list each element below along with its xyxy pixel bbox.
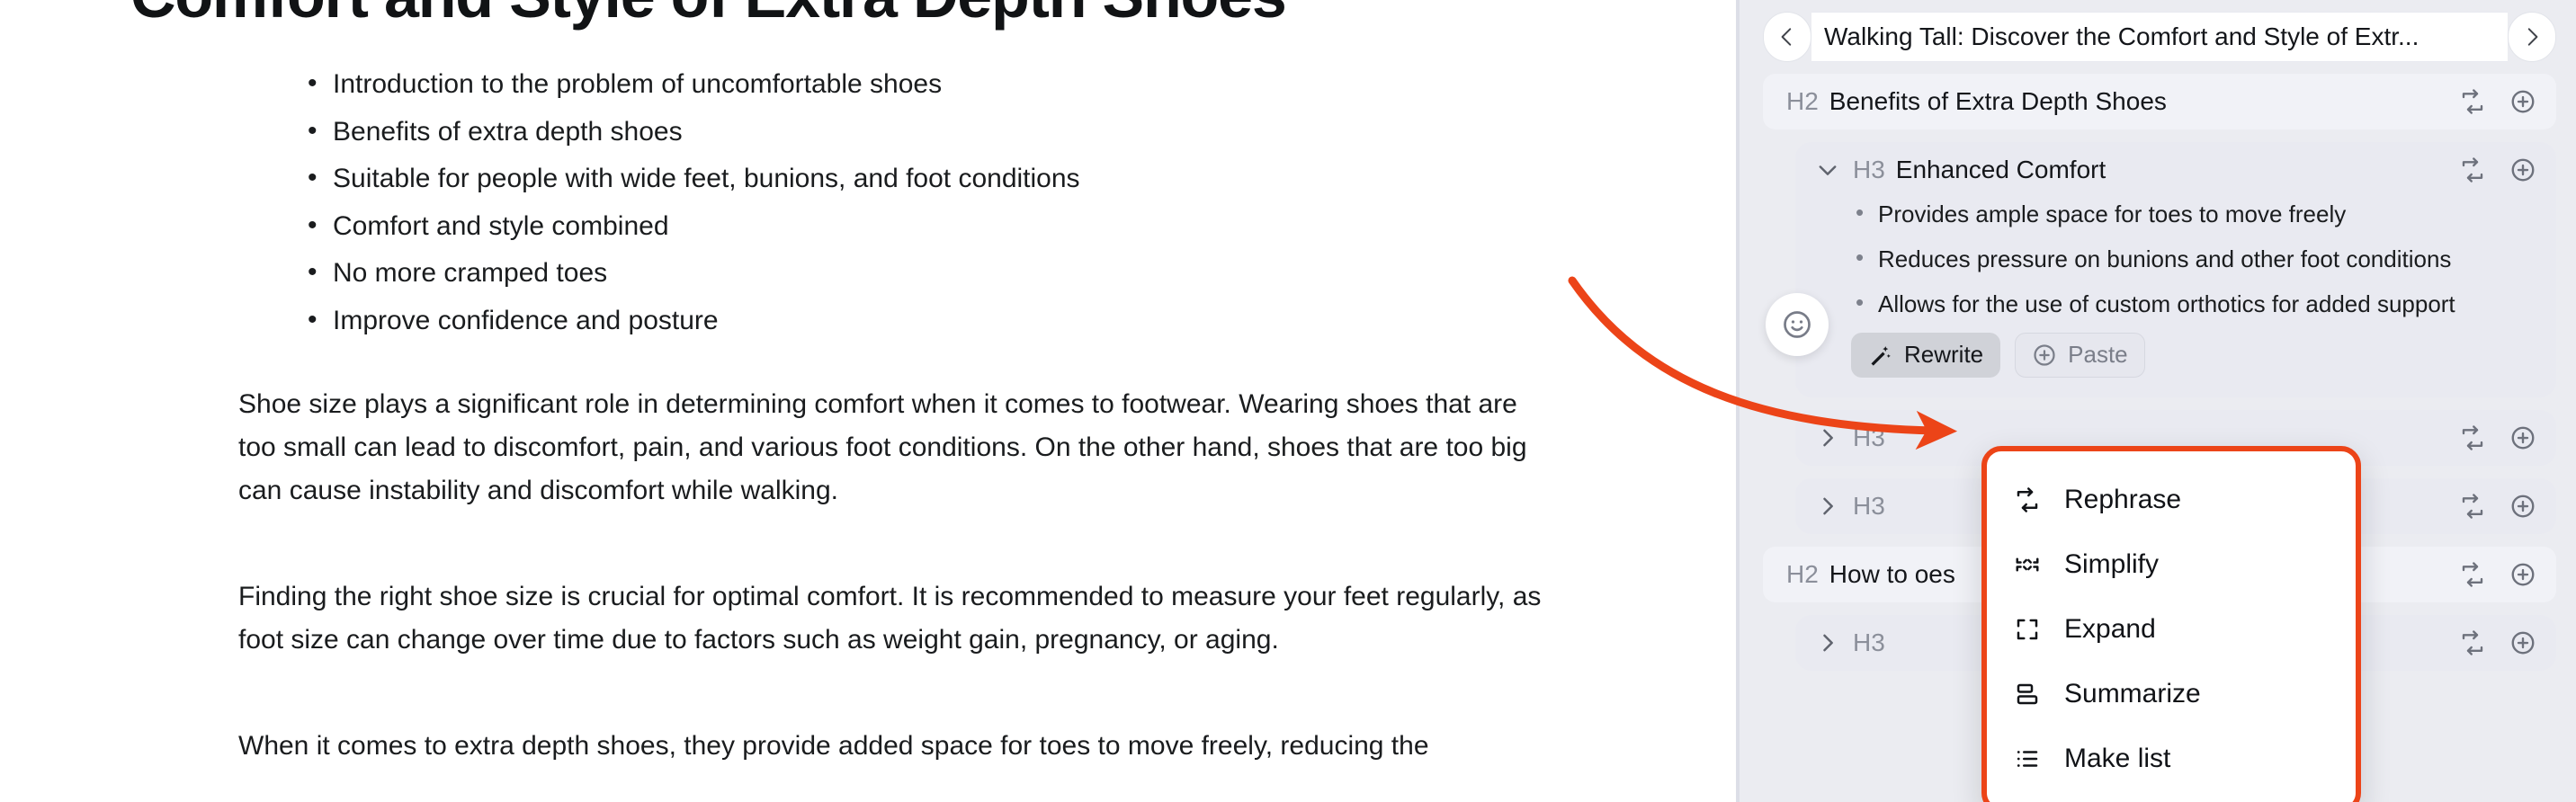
add-icon[interactable] xyxy=(2509,424,2536,451)
app-root: Comfort and Style of Extra Depth Shoes I… xyxy=(0,0,2576,802)
add-icon[interactable] xyxy=(2509,88,2536,115)
menu-item-simplify[interactable]: Simplify xyxy=(1987,532,2356,597)
list-item: Benefits of extra depth shoes xyxy=(306,111,1466,153)
heading-tag: H2 xyxy=(1786,559,1819,588)
list-item: No more cramped toes xyxy=(306,252,1466,294)
rewrite-dropdown-menu: Rephrase Simplify Expand Summarize Make … xyxy=(1981,446,2361,802)
outline-card-h3-enhanced-comfort: H3 Enhanced Comfort Provides ample space… xyxy=(1795,142,2556,397)
heading-tag: H3 xyxy=(1853,628,1885,656)
add-icon[interactable] xyxy=(2509,561,2536,588)
document-paragraph: Shoe size plays a significant role in de… xyxy=(238,388,1527,505)
next-article-button[interactable] xyxy=(2508,12,2556,62)
expand-icon xyxy=(2017,619,2038,640)
paste-button[interactable]: Paste xyxy=(2015,332,2145,378)
heading-tag: H2 xyxy=(1786,87,1819,115)
chevron-down-icon[interactable] xyxy=(1815,157,1840,183)
rephrase-icon[interactable] xyxy=(2459,561,2486,588)
menu-item-make-list[interactable]: Make list xyxy=(1987,726,2356,791)
document-title: Comfort and Style of Extra Depth Shoes xyxy=(130,0,1480,31)
list-item: Comfort and style combined xyxy=(306,205,1466,247)
document-paragraph: When it comes to extra depth shoes, they… xyxy=(238,730,1429,761)
chevron-right-icon[interactable] xyxy=(1815,494,1840,519)
rephrase-icon[interactable] xyxy=(2459,88,2486,115)
menu-item-expand[interactable]: Expand xyxy=(1987,597,2356,662)
chevron-left-icon xyxy=(1781,28,1792,46)
heading-tag: H3 xyxy=(1853,491,1885,520)
outline-nav-bar: Walking Tall: Discover the Comfort and S… xyxy=(1763,9,2556,65)
list-item: Allows for the use of custom orthotics f… xyxy=(1853,286,2527,321)
menu-item-label: Rephrase xyxy=(2064,485,2182,514)
add-icon[interactable] xyxy=(2509,629,2536,656)
simplify-icon xyxy=(2016,557,2039,572)
add-icon[interactable] xyxy=(2509,156,2536,183)
menu-item-rephrase[interactable]: Rephrase xyxy=(1987,468,2356,532)
heading-text: Benefits of Extra Depth Shoes xyxy=(1829,87,2167,115)
emoji-reaction-button[interactable] xyxy=(1766,293,1829,356)
menu-item-label: Simplify xyxy=(2064,549,2160,579)
menu-item-label: Make list xyxy=(2064,744,2171,773)
list-item: Reduces pressure on bunions and other fo… xyxy=(1853,241,2527,276)
list-item: Provides ample space for toes to move fr… xyxy=(1853,196,2527,231)
plus-circle-icon xyxy=(2034,344,2055,366)
ai-action-toolbar: Rewrite Paste xyxy=(1851,332,2536,378)
rewrite-button[interactable]: Rewrite xyxy=(1851,332,2001,378)
chevron-right-icon[interactable] xyxy=(1815,630,1840,655)
list-icon xyxy=(2017,751,2038,767)
menu-item-label: Summarize xyxy=(2064,679,2201,708)
summarize-icon xyxy=(2017,683,2038,705)
rephrase-icon xyxy=(2017,487,2038,512)
article-title[interactable]: Walking Tall: Discover the Comfort and S… xyxy=(1811,12,2508,62)
list-item: Improve confidence and posture xyxy=(306,299,1466,342)
menu-item-summarize[interactable]: Summarize xyxy=(1987,662,2356,726)
heading-text: Enhanced Comfort xyxy=(1895,156,2106,183)
smiley-icon xyxy=(1784,311,1811,338)
rephrase-icon[interactable] xyxy=(2459,493,2486,520)
rephrase-icon[interactable] xyxy=(2459,424,2486,451)
document-editor-pane: Comfort and Style of Extra Depth Shoes I… xyxy=(0,0,1736,802)
list-item: Suitable for people with wide feet, buni… xyxy=(306,157,1466,200)
heading-tag: H3 xyxy=(1853,423,1885,451)
rewrite-label: Rewrite xyxy=(1904,341,1984,369)
chevron-right-icon xyxy=(2527,28,2538,46)
previous-article-button[interactable] xyxy=(1763,12,1811,62)
paste-label: Paste xyxy=(2068,341,2128,369)
outline-row-h2-benefits[interactable]: H2 Benefits of Extra Depth Shoes xyxy=(1763,74,2556,129)
document-paragraph: Finding the right shoe size is crucial f… xyxy=(238,581,1542,655)
outline-row-h3-enhanced-comfort[interactable]: H3 Enhanced Comfort xyxy=(1795,142,2536,198)
magic-wand-icon xyxy=(1871,345,1891,366)
document-outline-list: Introduction to the problem of uncomfort… xyxy=(306,63,1466,342)
list-item: Introduction to the problem of uncomfort… xyxy=(306,63,1466,105)
rephrase-icon[interactable] xyxy=(2459,629,2486,656)
h3-bullet-list: Provides ample space for toes to move fr… xyxy=(1853,196,2536,321)
heading-tag: H3 xyxy=(1853,156,1885,183)
add-icon[interactable] xyxy=(2509,493,2536,520)
menu-item-label: Expand xyxy=(2064,614,2156,644)
rephrase-icon[interactable] xyxy=(2459,156,2486,183)
chevron-right-icon[interactable] xyxy=(1815,425,1840,450)
